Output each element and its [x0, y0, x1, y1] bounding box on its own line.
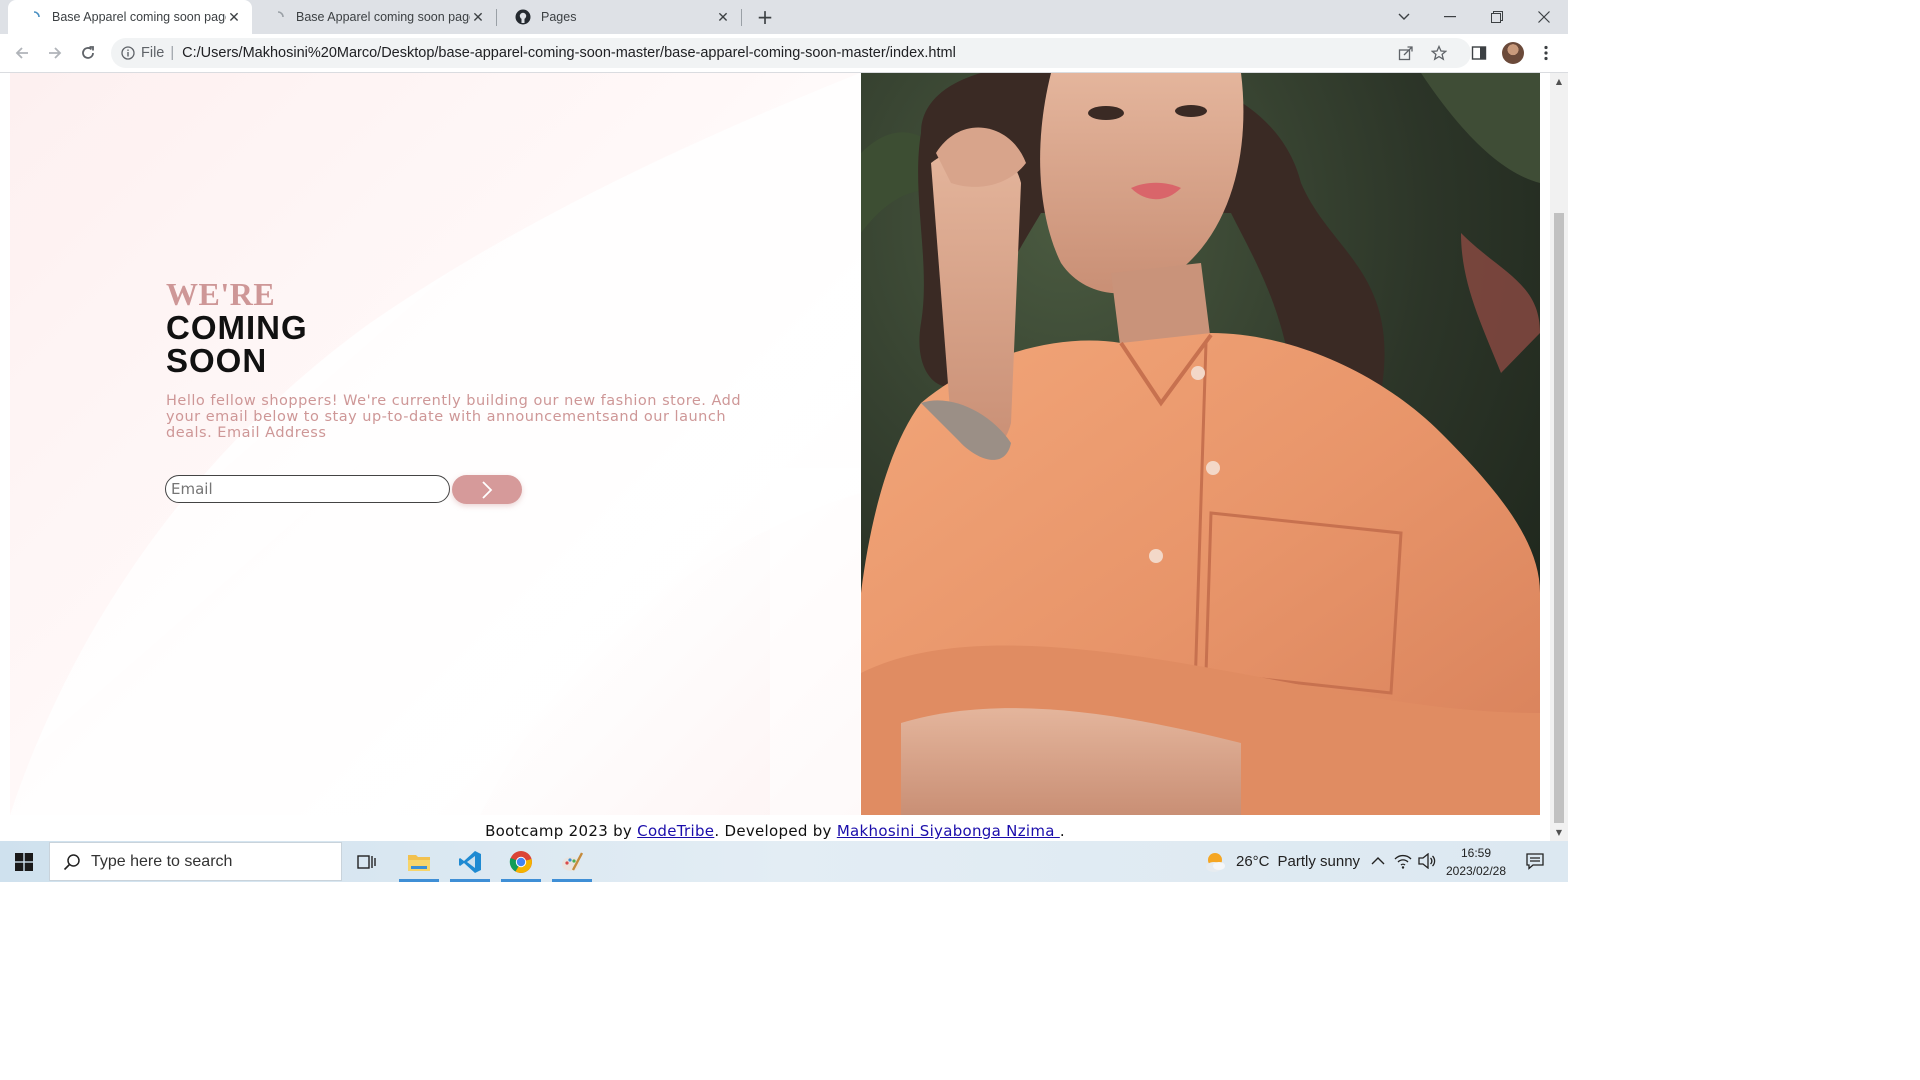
bookmark-star-icon[interactable]	[1428, 42, 1450, 64]
windows-taskbar: Type here to search 26°C Partly sunny 16…	[0, 841, 1568, 882]
footer-prefix: Bootcamp 2023 by	[485, 822, 638, 840]
hero-image	[861, 73, 1540, 815]
back-button[interactable]	[10, 41, 34, 65]
footer-suffix: .	[1059, 822, 1065, 840]
taskbar-search-box[interactable]: Type here to search	[49, 842, 342, 881]
folder-icon	[408, 854, 430, 871]
chrome-icon	[509, 850, 532, 873]
scroll-up-arrow-icon[interactable]: ▲	[1554, 76, 1564, 86]
loading-spinner-icon	[270, 9, 286, 25]
loading-spinner-icon	[26, 9, 42, 25]
search-placeholder: Type here to search	[91, 852, 233, 870]
system-clock[interactable]: 16:59 2023/02/28	[1438, 844, 1514, 880]
tab-divider	[741, 9, 742, 26]
weather-condition: Partly sunny	[1277, 853, 1361, 870]
restore-button[interactable]	[1474, 0, 1520, 34]
network-icon[interactable]	[1393, 851, 1413, 871]
partly-sunny-icon	[1204, 850, 1228, 874]
task-view-icon	[357, 854, 376, 869]
page-viewport: WE'RE COMING SOON Hello fellow shoppers!…	[0, 73, 1550, 841]
weather-temp: 26°C	[1236, 853, 1270, 870]
profile-avatar[interactable]	[1502, 42, 1524, 64]
tab-title: Base Apparel coming soon page	[296, 10, 470, 24]
scrollbar-thumb[interactable]	[1554, 213, 1564, 823]
page-scrollbar[interactable]: ▲ ▼	[1550, 73, 1568, 841]
forward-button[interactable]	[43, 41, 67, 65]
paint-palette-icon	[562, 851, 584, 871]
volume-icon[interactable]	[1417, 851, 1437, 871]
paint-app-button[interactable]	[549, 841, 595, 882]
description-text: Hello fellow shoppers! We're currently b…	[166, 393, 742, 441]
vscode-icon	[459, 850, 481, 873]
heading-line-1: WE'RE	[166, 276, 276, 312]
tab-base-apparel-2[interactable]: Base Apparel coming soon page ✕	[252, 0, 496, 34]
page-footer: Bootcamp 2023 by CodeTribe. Developed by…	[0, 822, 1550, 840]
scheme-label: File	[141, 45, 165, 61]
close-tab-icon[interactable]: ✕	[226, 9, 242, 25]
heading-line-3: SOON	[166, 342, 268, 379]
codetribe-link[interactable]: CodeTribe	[637, 822, 714, 840]
background-swoosh	[10, 73, 860, 815]
side-panel-icon[interactable]	[1468, 42, 1490, 64]
windows-logo-icon	[15, 852, 33, 871]
page-title: WE'RE COMING SOON	[166, 276, 308, 379]
close-window-button[interactable]	[1521, 0, 1567, 34]
chrome-button[interactable]	[498, 841, 544, 882]
tab-search-button[interactable]	[1381, 0, 1427, 34]
clock-date: 2023/02/28	[1445, 864, 1507, 878]
task-view-button[interactable]	[344, 841, 390, 882]
clock-time: 16:59	[1460, 846, 1492, 860]
github-icon	[515, 9, 531, 25]
author-link[interactable]: Makhosini Siyabonga Nzima	[837, 822, 1060, 840]
reload-button[interactable]	[76, 41, 100, 65]
search-icon	[63, 853, 81, 871]
tab-strip: Base Apparel coming soon page ✕ Base App…	[0, 0, 1568, 34]
submit-button[interactable]	[452, 475, 522, 504]
address-bar[interactable]: File | C:/Users/Makhosini%20Marco/Deskto…	[111, 38, 1471, 68]
tab-title: Base Apparel coming soon page	[52, 10, 226, 24]
minimize-button[interactable]	[1427, 0, 1473, 34]
weather-widget[interactable]: 26°C Partly sunny	[1204, 841, 1360, 882]
tab-title: Pages	[541, 10, 577, 24]
heading-line-2: COMING	[166, 309, 308, 346]
footer-middle: . Developed by	[714, 822, 837, 840]
new-tab-button[interactable]: +	[754, 5, 776, 29]
chevron-right-icon	[481, 480, 493, 499]
file-explorer-button[interactable]	[396, 841, 442, 882]
share-icon[interactable]	[1395, 42, 1417, 64]
scroll-down-arrow-icon[interactable]: ▼	[1554, 827, 1564, 837]
tab-pages[interactable]: Pages ✕	[497, 0, 741, 34]
close-tab-icon[interactable]: ✕	[715, 9, 731, 25]
browser-toolbar: File | C:/Users/Makhosini%20Marco/Deskto…	[0, 34, 1568, 73]
vscode-button[interactable]	[447, 841, 493, 882]
notifications-icon[interactable]	[1525, 851, 1545, 871]
url-text: C:/Users/Makhosini%20Marco/Desktop/base-…	[182, 45, 956, 61]
chevron-up-icon[interactable]	[1368, 851, 1388, 871]
address-separator: |	[170, 45, 175, 61]
close-tab-icon[interactable]: ✕	[470, 9, 486, 25]
left-panel-background	[10, 73, 860, 815]
tab-base-apparel-1[interactable]: Base Apparel coming soon page ✕	[8, 0, 252, 34]
menu-kebab-icon[interactable]	[1535, 42, 1557, 64]
email-input[interactable]	[165, 475, 450, 503]
start-button[interactable]	[0, 841, 48, 882]
info-icon[interactable]	[121, 46, 135, 60]
